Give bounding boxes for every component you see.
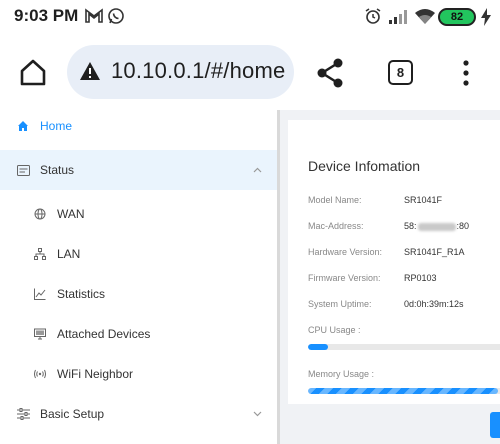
memory-usage-fill — [308, 388, 498, 394]
info-value: 0d:0h:39m:12s — [404, 299, 464, 309]
mac-suffix: :80 — [456, 221, 470, 231]
monitor-icon — [33, 327, 47, 341]
status-icon — [16, 163, 30, 177]
info-value: SR1041F_R1A — [404, 247, 465, 257]
chevron-up-icon — [253, 165, 262, 176]
sidebar-item-label: WiFi Neighbor — [57, 367, 134, 381]
sidebar-item-label: Home — [40, 119, 73, 133]
battery-level: 82 — [450, 11, 464, 23]
info-label: System Uptime: — [308, 299, 372, 309]
cpu-label-text: CPU Usage : — [308, 325, 361, 335]
network-icon — [33, 247, 47, 261]
sliders-icon — [16, 407, 30, 421]
alarm-icon — [364, 7, 382, 30]
sidebar-item-wan[interactable]: WAN — [0, 194, 278, 234]
web-page: Home Status WAN LAN Statistics Attached … — [0, 110, 500, 444]
status-time: 9:03 PM — [14, 6, 79, 25]
sidebar-item-statistics[interactable]: Statistics — [0, 274, 278, 314]
sidebar-item-label: Basic Setup — [40, 407, 105, 421]
sidebar-item-label: Status — [40, 163, 75, 177]
home-icon — [16, 119, 30, 133]
info-label: Firmware Version: — [308, 273, 381, 283]
wifi-signal-icon — [33, 367, 47, 381]
sidebar-item-attached-devices[interactable]: Attached Devices — [0, 314, 278, 354]
signal-icon — [388, 9, 408, 30]
whatsapp-icon — [107, 7, 125, 30]
battery-icon: 82 — [438, 8, 476, 26]
screen: 9:03 PM 82 10.10.0.1/#/home 8 Home Statu… — [0, 0, 500, 444]
action-button[interactable] — [490, 412, 500, 438]
wifi-icon — [414, 8, 436, 31]
info-value: 58: :80 — [404, 221, 469, 231]
sidebar-item-label: Statistics — [57, 287, 106, 301]
main-content: Device Infomation Model Name: SR1041F Ma… — [280, 110, 500, 444]
sidebar-item-home[interactable]: Home — [0, 106, 278, 146]
info-value: RP0103 — [404, 273, 437, 283]
cpu-usage-bar — [308, 344, 500, 350]
sidebar-menu: Home Status WAN LAN Statistics Attached … — [0, 110, 278, 444]
cpu-usage-fill — [308, 344, 328, 350]
memory-label-text: Memory Usage : — [308, 369, 375, 379]
address-bar[interactable]: 10.10.0.1/#/home — [67, 45, 294, 99]
device-info-card: Device Infomation Model Name: SR1041F Ma… — [288, 120, 500, 404]
sidebar-item-lan[interactable]: LAN — [0, 234, 278, 274]
home-icon[interactable] — [18, 57, 48, 92]
browser-toolbar: 10.10.0.1/#/home 8 — [0, 36, 500, 110]
tabs-button[interactable]: 8 — [388, 60, 413, 85]
status-bar: 9:03 PM 82 — [0, 0, 500, 36]
sidebar-item-wifi-neighbor[interactable]: WiFi Neighbor — [0, 354, 278, 394]
chart-icon — [33, 287, 47, 301]
info-value: SR1041F — [404, 195, 443, 205]
info-label: Mac-Address: — [308, 221, 364, 231]
sidebar-item-basic-setup[interactable]: Basic Setup — [0, 394, 278, 434]
url-text[interactable]: 10.10.0.1/#/home — [111, 58, 285, 84]
info-label: Model Name: — [308, 195, 362, 205]
share-icon[interactable] — [316, 58, 344, 93]
globe-icon — [33, 207, 47, 221]
tab-count: 8 — [396, 65, 405, 80]
gmail-icon — [84, 7, 104, 30]
info-label: Hardware Version: — [308, 247, 383, 257]
page-title: Device Infomation — [308, 158, 421, 174]
warning-icon[interactable] — [79, 61, 101, 86]
mac-prefix: 58: — [404, 221, 417, 231]
chevron-down-icon — [253, 409, 262, 420]
memory-usage-bar — [308, 388, 500, 394]
sidebar-item-status[interactable]: Status — [0, 150, 278, 190]
redacted-mac — [417, 222, 456, 231]
sidebar-item-label: WAN — [57, 207, 85, 221]
more-icon[interactable] — [462, 60, 470, 91]
charging-icon — [480, 8, 492, 31]
sidebar-item-label: Attached Devices — [57, 327, 151, 341]
sidebar-item-label: LAN — [57, 247, 81, 261]
